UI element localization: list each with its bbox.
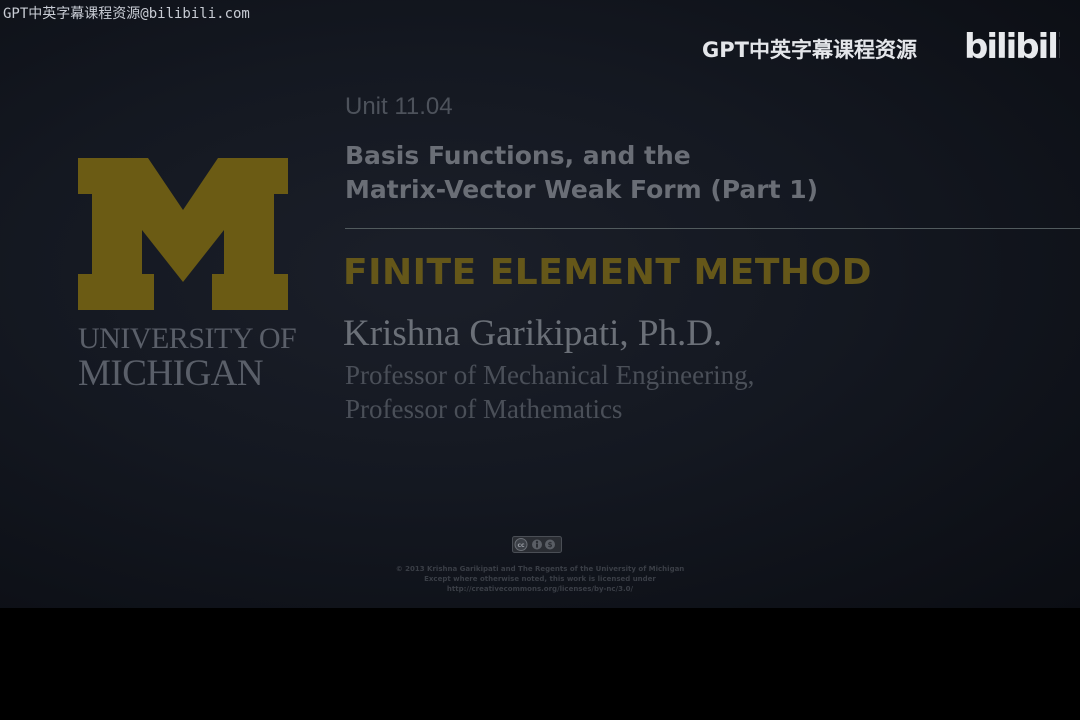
lecture-title-line1: Basis Functions, and the	[345, 141, 691, 170]
instructor-name: Krishna Garikipati, Ph.D.	[343, 313, 723, 354]
instructor-role-line1: Professor of Mechanical Engineering,	[345, 360, 755, 390]
license-notice: Except where otherwise noted, this work …	[424, 575, 656, 583]
svg-text:$: $	[548, 541, 553, 549]
course-title: FINITE ELEMENT METHOD	[343, 252, 873, 293]
license-url: http://creativecommons.org/licenses/by-n…	[446, 585, 634, 593]
lecture-title-line2: Matrix-Vector Weak Form (Part 1)	[345, 175, 819, 204]
university-block-m-logo	[78, 158, 288, 310]
watermark-top-right: GPT中英字幕课程资源	[702, 38, 917, 62]
watermark-top-left: GPT中英字幕课程资源@bilibili.com	[3, 6, 250, 22]
instructor-role-line2: Professor of Mathematics	[345, 394, 623, 424]
university-name-line2: MICHIGAN	[78, 353, 264, 394]
title-divider	[345, 228, 1080, 229]
lecture-slide: UNIVERSITY OF MICHIGAN Unit 11.04 Basis …	[0, 0, 1080, 608]
svg-text:cc: cc	[517, 542, 525, 549]
university-name-line1: UNIVERSITY OF	[78, 322, 297, 355]
bilibili-logo-icon: bilibili	[964, 27, 1060, 66]
letterbox-bar	[0, 608, 1080, 720]
svg-text:bilibili: bilibili	[964, 27, 1060, 66]
creative-commons-icon: cc $	[512, 536, 562, 553]
license-copyright: © 2013 Krishna Garikipati and The Regent…	[395, 565, 685, 573]
unit-number: Unit 11.04	[345, 93, 453, 120]
video-frame: UNIVERSITY OF MICHIGAN Unit 11.04 Basis …	[0, 0, 1080, 720]
